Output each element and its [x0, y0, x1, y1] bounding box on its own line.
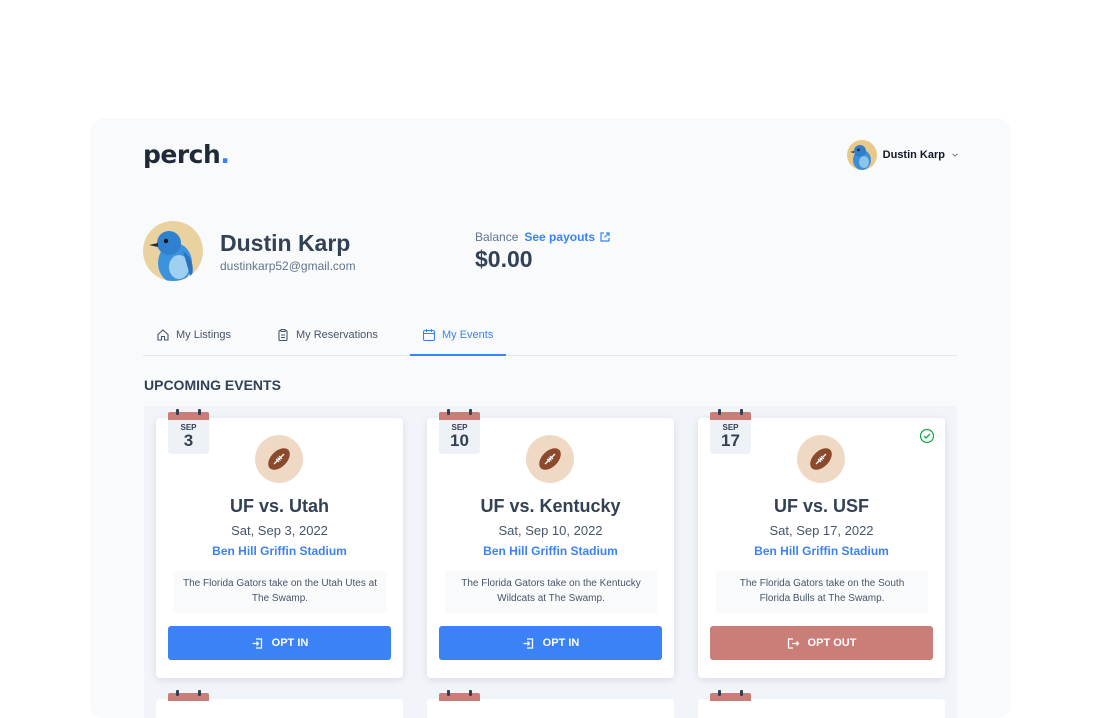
football-icon: [797, 435, 845, 483]
tab-bar: My Listings My Reservations My Events: [143, 318, 957, 356]
event-day: 17: [721, 431, 740, 450]
home-icon: [157, 329, 169, 341]
event-date: Sat, Sep 17, 2022: [769, 523, 874, 538]
football-icon: [526, 435, 574, 483]
user-menu[interactable]: Dustin Karp: [846, 140, 959, 170]
calendar-date-badge: [710, 690, 751, 718]
football-icon: [255, 435, 303, 483]
event-day: 10: [450, 431, 469, 450]
logo-text: perch: [143, 140, 221, 169]
button-label: OPT IN: [542, 637, 580, 649]
section-title: UPCOMING EVENTS: [144, 377, 281, 393]
calendar-date-badge: SEP 10: [439, 409, 480, 454]
event-venue-link[interactable]: Ben Hill Griffin Stadium: [156, 544, 403, 558]
event-description: The Florida Gators take on the Kentucky …: [445, 571, 657, 613]
event-title: UF vs. Kentucky: [480, 496, 621, 516]
tab-label: My Events: [442, 329, 494, 341]
button-label: OPT OUT: [807, 637, 857, 649]
login-icon: [523, 637, 533, 649]
event-title: UF vs. Utah: [229, 496, 330, 516]
balance-block: Balance See payouts $0.00: [475, 230, 611, 273]
app-panel: perch. Dustin Karp Dustin Karp dustinkar…: [90, 118, 1011, 718]
profile-header: Dustin Karp dustinkarp52@gmail.com: [143, 221, 356, 281]
event-venue-link[interactable]: Ben Hill Griffin Stadium: [427, 544, 674, 558]
event-date: Sat, Sep 3, 2022: [231, 523, 328, 538]
chevron-down-icon: [952, 153, 958, 157]
tab-my-listings[interactable]: My Listings: [156, 328, 231, 342]
active-tab-indicator: [410, 354, 506, 356]
tab-my-reservations[interactable]: My Reservations: [276, 328, 378, 342]
logout-icon: [787, 637, 799, 649]
calendar-date-badge: [168, 690, 209, 718]
avatar: [846, 140, 877, 170]
event-card: SEP 3 UF vs. Utah Sat, Sep 3, 2022 Ben H…: [156, 409, 403, 678]
event-venue-link[interactable]: Ben Hill Griffin Stadium: [698, 544, 945, 558]
event-description: The Florida Gators take on the Utah Utes…: [174, 571, 386, 613]
calendar-date-badge: SEP 17: [710, 409, 751, 454]
tab-label: My Listings: [176, 329, 232, 341]
calendar-icon: [422, 329, 436, 342]
event-date: Sat, Sep 10, 2022: [498, 523, 603, 538]
event-day: 3: [183, 431, 194, 450]
user-menu-name: Dustin Karp: [882, 149, 945, 161]
button-label: OPT IN: [271, 637, 309, 649]
profile-email: dustinkarp52@gmail.com: [220, 259, 356, 273]
tab-my-events[interactable]: My Events: [422, 328, 493, 342]
event-card: SEP 10 UF vs. Kentucky Sat, Sep 10, 2022…: [427, 409, 674, 678]
event-description: The Florida Gators take on the South Flo…: [716, 571, 928, 613]
opt-in-button[interactable]: OPT IN: [168, 626, 391, 660]
tab-label: My Reservations: [296, 329, 378, 341]
event-card: SEP 17 UF vs. USF Sat, Sep 17, 2022 Ben …: [698, 409, 945, 678]
opt-in-button[interactable]: OPT IN: [439, 626, 662, 660]
see-payouts-link[interactable]: See payouts: [524, 230, 611, 244]
profile-avatar: [143, 221, 203, 281]
see-payouts-label: See payouts: [524, 230, 596, 244]
opt-out-button[interactable]: OPT OUT: [710, 626, 933, 660]
profile-name: Dustin Karp: [220, 230, 351, 256]
check-circle-icon: [919, 428, 935, 444]
perch-logo[interactable]: perch.: [143, 140, 230, 169]
logo-dot: .: [220, 140, 230, 169]
clipboard-icon: [278, 329, 288, 342]
login-icon: [252, 637, 262, 649]
events-grid: SEP 3 UF vs. Utah Sat, Sep 3, 2022 Ben H…: [144, 406, 957, 718]
balance-amount: $0.00: [475, 246, 533, 272]
balance-label: Balance: [475, 230, 519, 244]
calendar-date-badge: SEP 3: [168, 409, 209, 454]
external-link-icon: [600, 232, 610, 242]
event-title: UF vs. USF: [773, 496, 870, 516]
calendar-date-badge: [439, 690, 480, 718]
